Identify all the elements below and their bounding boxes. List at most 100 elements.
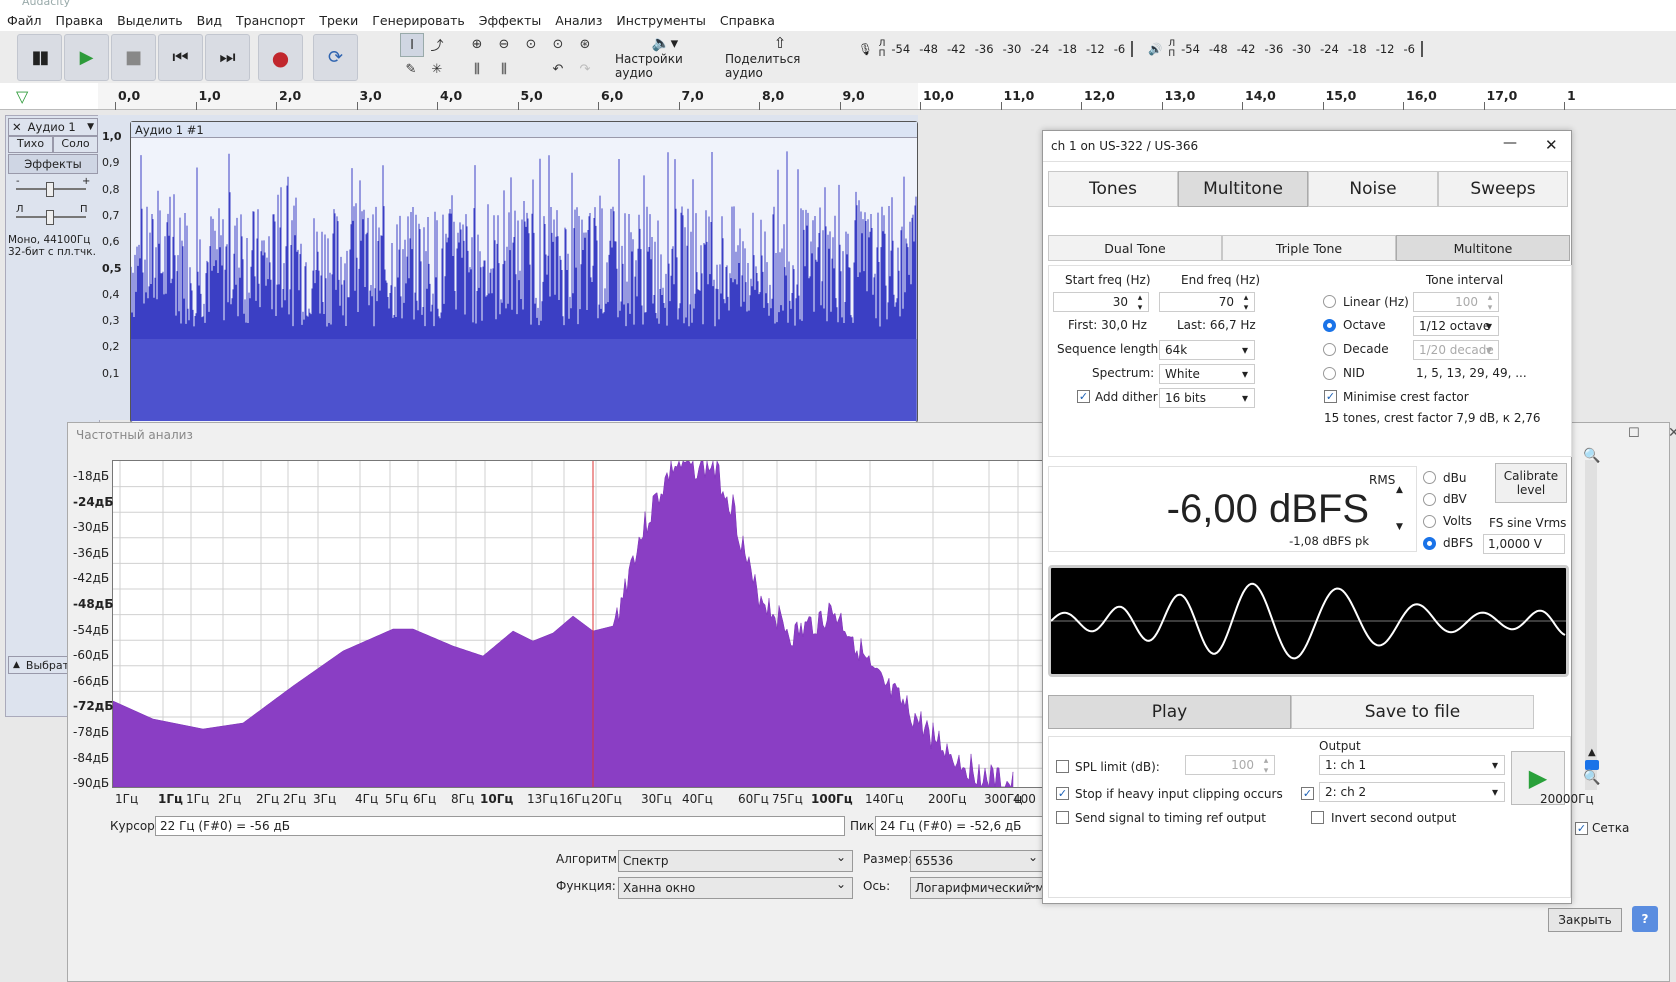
subtab-multitone[interactable]: Multitone <box>1396 235 1570 261</box>
tab-sweeps[interactable]: Sweeps <box>1438 171 1568 207</box>
unit-volts-radio[interactable] <box>1423 515 1436 528</box>
loop-button[interactable]: ⟳ <box>313 34 358 81</box>
level-value[interactable]: -6,00 dBFS <box>1159 487 1369 532</box>
fit-selection-button[interactable]: ⊙ <box>520 33 542 55</box>
tab-noise[interactable]: Noise <box>1308 171 1438 207</box>
add-dither-checkbox[interactable]: ✓ <box>1077 390 1090 403</box>
skip-start-button[interactable]: ⏮ <box>158 34 203 81</box>
undo-button[interactable]: ↶ <box>547 58 569 80</box>
zoom-out-button[interactable]: ⊖ <box>493 33 515 55</box>
stop-clip-checkbox[interactable]: ✓ <box>1056 787 1069 800</box>
skip-end-button[interactable]: ⏭ <box>205 34 250 81</box>
menu-item-8[interactable]: Анализ <box>548 13 609 28</box>
draw-tool[interactable]: ✎ <box>400 58 422 80</box>
menu-item-10[interactable]: Справка <box>713 13 782 28</box>
mute-button[interactable]: Тихо <box>8 136 53 153</box>
minimise-crest-checkbox[interactable]: ✓ <box>1324 390 1337 403</box>
playback-meter[interactable]: 🔊 ЛП -54 -48 -42 -36 -30 -24 -18 -12 -6 <box>1148 38 1423 60</box>
output1-select[interactable]: 1: ch 1 <box>1319 755 1505 775</box>
share-audio-button[interactable]: ⇧ Поделиться аудио <box>725 33 835 81</box>
close-button[interactable]: Закрыть <box>1548 908 1622 932</box>
sequence-length-select[interactable]: 64k <box>1159 340 1255 360</box>
tab-multitone[interactable]: Multitone <box>1178 171 1308 207</box>
zoom-slider[interactable] <box>1585 460 1599 790</box>
pan-slider[interactable] <box>16 210 86 225</box>
play-head-icon[interactable]: ▽ <box>16 87 36 106</box>
unit-dbu-radio[interactable] <box>1423 471 1436 484</box>
dither-bits-select[interactable]: 16 bits <box>1159 388 1255 408</box>
track-name-menu[interactable]: ✕ Аудио 1 ▼ <box>8 118 98 136</box>
linear-input[interactable]: 100 <box>1413 292 1499 313</box>
help-button[interactable]: ? <box>1632 906 1658 932</box>
unit-dbv-radio[interactable] <box>1423 493 1436 506</box>
unit-dbfs-radio[interactable] <box>1423 537 1436 550</box>
zoom-slider-thumb[interactable] <box>1585 760 1599 770</box>
timeline-ruler[interactable]: ▽ 0,0 1,0 2,0 3,0 4,0 5,0 6,0 7,0 8,0 9,0 10,0 11,0… <box>0 83 1676 110</box>
output2-select[interactable]: 2: ch 2 <box>1319 782 1505 802</box>
subtab-triple-tone[interactable]: Triple Tone <box>1222 235 1396 261</box>
record-meter-slider[interactable] <box>1131 41 1134 57</box>
effects-button[interactable]: Эффекты <box>8 154 98 174</box>
fs-sine-input[interactable]: 1,0000 V <box>1483 534 1565 554</box>
play-tab-button[interactable]: Play <box>1048 695 1291 729</box>
decade-radio[interactable] <box>1323 343 1336 356</box>
menu-item-0[interactable]: Файл <box>0 13 49 28</box>
stop-button[interactable]: ■ <box>111 34 156 81</box>
scroll-up-icon[interactable]: ▲ <box>1588 747 1596 758</box>
level-up-icon[interactable]: ▲ <box>1396 485 1403 495</box>
multi-tool[interactable]: ✳ <box>426 58 448 80</box>
solo-button[interactable]: Соло <box>53 136 98 153</box>
spectrum-select[interactable]: White <box>1159 364 1255 384</box>
selection-tool[interactable]: I <box>400 33 424 57</box>
decade-select[interactable]: 1/20 decade <box>1413 340 1499 360</box>
minimize-icon[interactable]: — <box>1503 135 1517 151</box>
linear-radio[interactable] <box>1323 295 1336 308</box>
output2-checkbox[interactable]: ✓ <box>1301 787 1314 800</box>
clip-name[interactable]: Аудио 1 #1 <box>131 122 917 138</box>
menu-item-9[interactable]: Инструменты <box>609 13 712 28</box>
envelope-tool[interactable]: ⤴ <box>426 33 448 55</box>
menu-item-5[interactable]: Треки <box>312 13 365 28</box>
menu-item-3[interactable]: Вид <box>190 13 229 28</box>
octave-radio[interactable] <box>1323 319 1336 332</box>
trim-button[interactable]: ⫼ <box>466 58 488 80</box>
zoom-in-button[interactable]: ⊕ <box>466 33 488 55</box>
record-meter[interactable]: 🎙 ЛП -54 -48 -42 -36 -30 -24 -18 -12 -6 <box>858 38 1134 60</box>
spl-limit-checkbox[interactable] <box>1056 760 1069 773</box>
menu-item-6[interactable]: Генерировать <box>365 13 472 28</box>
menu-item-4[interactable]: Транспорт <box>229 13 312 28</box>
subtab-dual-tone[interactable]: Dual Tone <box>1048 235 1222 261</box>
save-to-file-button[interactable]: Save to file <box>1291 695 1534 729</box>
audio-setup-button[interactable]: 🔈▾ Настройки аудио <box>615 33 715 81</box>
playback-meter-slider[interactable] <box>1420 41 1423 57</box>
tab-tones[interactable]: Tones <box>1048 171 1178 207</box>
invert-checkbox[interactable] <box>1311 811 1324 824</box>
menu-item-7[interactable]: Эффекты <box>472 13 549 28</box>
close-icon[interactable]: ✕ <box>1668 425 1676 441</box>
fit-project-button[interactable]: ⊙ <box>547 33 569 55</box>
calibrate-button[interactable]: Calibrate level <box>1495 463 1567 503</box>
audio-clip[interactable]: Аудио 1 #1 <box>130 121 918 423</box>
zoom-in-icon[interactable]: 🔍 <box>1583 448 1600 464</box>
pause-button[interactable]: ▮▮ <box>17 34 62 81</box>
start-freq-input[interactable]: 30 <box>1053 292 1149 313</box>
menu-item-2[interactable]: Выделить <box>110 13 190 28</box>
maximize-icon[interactable]: ☐ <box>1628 426 1640 441</box>
dialog-close-icon[interactable]: ✕ <box>1545 136 1558 154</box>
nid-radio[interactable] <box>1323 367 1336 380</box>
close-track-icon[interactable]: ✕ <box>12 120 22 134</box>
menu-item-1[interactable]: Правка <box>49 13 111 28</box>
function-select[interactable]: Ханна окно <box>618 877 853 899</box>
grid-checkbox[interactable]: ✓ <box>1575 822 1588 835</box>
redo-button[interactable]: ↷ <box>574 58 596 80</box>
size-select[interactable]: 65536 <box>910 850 1045 872</box>
zoom-toggle-button[interactable]: ⊛ <box>574 33 596 55</box>
spl-limit-input[interactable]: 100 <box>1185 755 1275 776</box>
level-down-icon[interactable]: ▼ <box>1396 522 1403 532</box>
end-freq-input[interactable]: 70 <box>1159 292 1255 313</box>
play-button[interactable]: ▶ <box>64 34 109 81</box>
send-signal-checkbox[interactable] <box>1056 811 1069 824</box>
record-button[interactable]: ● <box>258 34 303 81</box>
gain-slider[interactable] <box>16 182 86 197</box>
algorithm-select[interactable]: Спектр <box>618 850 853 872</box>
